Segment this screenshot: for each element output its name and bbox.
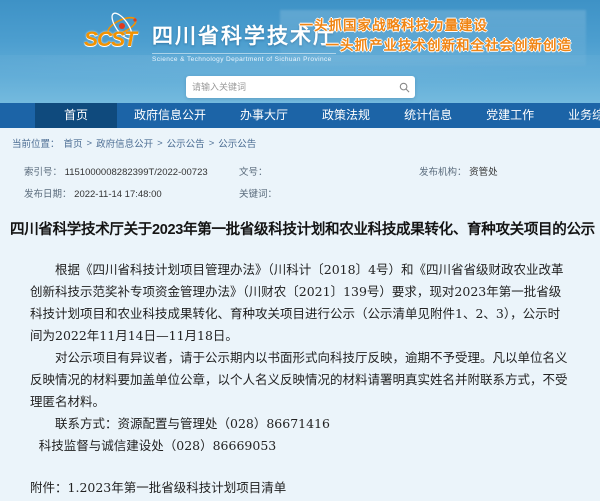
breadcrumb-item-gov-info[interactable]: 政府信息公开 [96,136,153,150]
attachments-label: 附件： [30,477,68,501]
article-paragraph-2: 对公示项目有异议者，请于公示期内以书面形式向科技厅反映，逾期不予受理。凡以单位名… [30,347,572,413]
attachments-block: 附件： 1.2023年第一批省级科技计划项目清单 2.2023年农业科技成果转化… [30,477,572,501]
nav-item-party-building[interactable]: 党建工作 [469,103,551,128]
search-input[interactable] [186,76,393,98]
header-banner: SCST 四川省科学技术厅 Science & Technology Depar… [0,0,600,103]
breadcrumb-separator: > [87,138,93,149]
nav-item-service-hall[interactable]: 办事大厅 [223,103,305,128]
contact-line-1: 联系方式：资源配置与管理处（028）86671416 [30,413,572,435]
meta-doc-no: 文号： [239,164,419,178]
meta-index-no: 索引号： 1151000008282399T/2022-00723 [24,164,239,178]
slogan-line-2: 一头抓产业技术创新和全社会创新创造 [326,36,573,56]
logo-acronym-text: SCST [84,28,136,52]
header-slogans: 一头抓国家战略科技力量建设 一头抓产业技术创新和全社会创新创造 [300,16,573,56]
breadcrumb-item-current[interactable]: 公示公告 [218,136,256,150]
breadcrumb-item-home[interactable]: 首页 [64,136,83,150]
search-bar [186,76,415,98]
search-button[interactable] [393,76,415,98]
meta-publish-date-label: 发布日期： [24,189,72,200]
breadcrumb-separator: > [157,138,163,149]
meta-keywords-label: 关键词： [239,189,277,200]
document-meta: 索引号： 1151000008282399T/2022-00723 文号： 发布… [0,156,600,206]
scst-logo: SCST [84,12,146,62]
contact-line-2: 科技监督与诚信建设处（028）86669053 [30,435,572,457]
nav-item-gov-info[interactable]: 政府信息公开 [117,103,223,128]
breadcrumb-label: 当前位置： [12,136,60,150]
attachments-list: 1.2023年第一批省级科技计划项目清单 2.2023年农业科技成果转化项目清单… [68,477,572,501]
meta-agency-label: 发布机构： [419,167,467,178]
nav-item-statistics[interactable]: 统计信息 [387,103,469,128]
nav-item-service-platform[interactable]: 业务综合服务平台 [551,103,600,128]
attachment-link-1[interactable]: 1.2023年第一批省级科技计划项目清单 [68,477,572,499]
meta-publish-date-value: 2022-11-14 17:48:00 [74,189,162,200]
meta-index-no-value: 1151000008282399T/2022-00723 [65,167,208,178]
nav-item-policies[interactable]: 政策法规 [305,103,387,128]
breadcrumb-separator: > [209,138,215,149]
article-body: 根据《四川省科技计划项目管理办法》（川科计〔2018〕4号）和《四川省省级财政农… [0,249,600,501]
meta-empty-cell [419,186,600,200]
meta-publish-date: 发布日期： 2022-11-14 17:48:00 [24,186,239,200]
slogan-line-1: 一头抓国家战略科技力量建设 [300,16,573,36]
meta-index-no-label: 索引号： [24,167,62,178]
meta-agency-value: 资管处 [469,167,498,178]
meta-agency: 发布机构： 资管处 [419,164,600,178]
nav-item-home[interactable]: 首页 [35,103,117,128]
main-nav: 首页 政府信息公开 办事大厅 政策法规 统计信息 党建工作 业务综合服务平台 [0,103,600,128]
search-icon [399,82,410,93]
page-title: 四川省科学技术厅关于2023年第一批省级科技计划和农业科技成果转化、育种攻关项目… [0,206,600,249]
breadcrumb: 当前位置： 首页 > 政府信息公开 > 公示公告 > 公示公告 [0,128,600,156]
meta-keywords: 关键词： [239,186,419,200]
meta-doc-no-label: 文号： [239,167,268,178]
breadcrumb-item-notices[interactable]: 公示公告 [167,136,205,150]
article-paragraph-1: 根据《四川省科技计划项目管理办法》（川科计〔2018〕4号）和《四川省省级财政农… [30,259,572,347]
